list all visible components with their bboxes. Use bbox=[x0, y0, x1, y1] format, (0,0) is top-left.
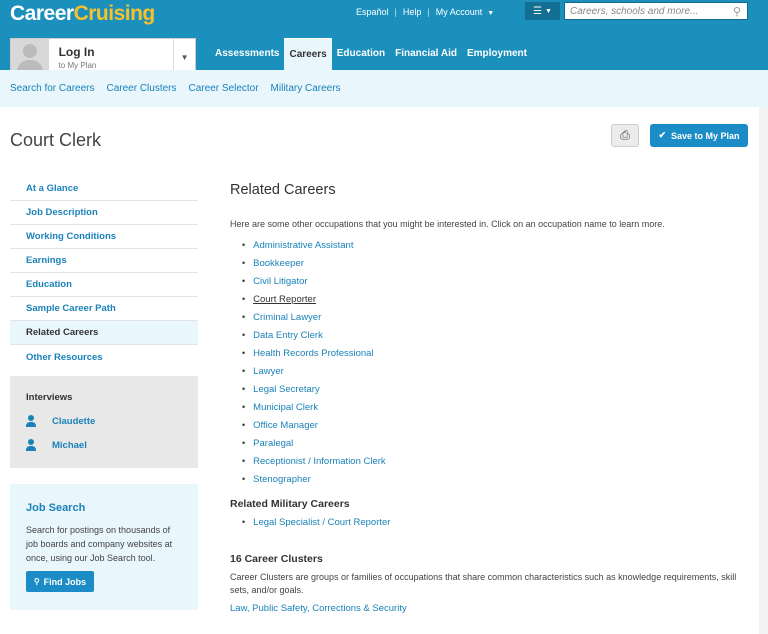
list-item: • Receptionist / Information Clerk bbox=[242, 455, 386, 467]
help-link[interactable]: Help bbox=[403, 7, 422, 17]
logo[interactable]: CareerCruising bbox=[10, 2, 155, 26]
search-icon: ⚲ bbox=[33, 577, 40, 586]
career-link-hovered[interactable]: Court Reporter bbox=[253, 294, 316, 305]
my-account-link[interactable]: My Account ▼ bbox=[436, 7, 494, 17]
job-search-title: Job Search bbox=[26, 502, 86, 514]
list-item: • Administrative Assistant bbox=[242, 239, 354, 251]
list-item: • Paralegal bbox=[242, 437, 294, 449]
career-link[interactable]: Stenographer bbox=[253, 474, 311, 485]
military-career-link[interactable]: Legal Specialist / Court Reporter bbox=[253, 517, 390, 528]
espanol-link[interactable]: Español bbox=[356, 7, 389, 17]
career-link[interactable]: Civil Litigator bbox=[253, 276, 307, 287]
sub-nav: Search for Careers Career Clusters Caree… bbox=[0, 70, 768, 107]
list-icon: ☰ bbox=[533, 5, 543, 17]
subnav-career-selector[interactable]: Career Selector bbox=[189, 83, 259, 94]
top-links: Español | Help | My Account ▼ bbox=[356, 7, 495, 17]
career-link[interactable]: Lawyer bbox=[253, 366, 284, 377]
list-item: • Legal Specialist / Court Reporter bbox=[242, 516, 391, 528]
related-careers-list: • Administrative Assistant • Bookkeeper • C… bbox=[230, 236, 750, 488]
career-link[interactable]: Data Entry Clerk bbox=[253, 330, 323, 341]
career-link[interactable]: Paralegal bbox=[253, 438, 293, 449]
job-search-text: Search for postings on thousands of job … bbox=[26, 525, 173, 563]
interviews-title: Interviews bbox=[26, 392, 73, 403]
tab-financial-aid[interactable]: Financial Aid bbox=[390, 38, 462, 70]
sidebar-item-working-conditions[interactable]: Working Conditions bbox=[10, 225, 198, 249]
main-content: Related Careers Here are some other occu… bbox=[230, 182, 750, 614]
list-item: • Court Reporter bbox=[242, 293, 316, 305]
career-link[interactable]: Receptionist / Information Clerk bbox=[253, 456, 386, 467]
subnav-career-clusters[interactable]: Career Clusters bbox=[106, 83, 176, 94]
check-icon: ✔ bbox=[658, 130, 666, 140]
person-icon bbox=[26, 415, 36, 427]
sidebar-item-sample-career-path[interactable]: Sample Career Path bbox=[10, 297, 198, 321]
tab-careers[interactable]: Careers bbox=[284, 38, 332, 70]
clusters-section: 16 Career Clusters Career Clusters are g… bbox=[230, 553, 750, 614]
subnav-military-careers[interactable]: Military Careers bbox=[271, 83, 341, 94]
subnav-search-careers[interactable]: Search for Careers bbox=[10, 83, 94, 94]
career-link[interactable]: Bookkeeper bbox=[253, 258, 304, 269]
print-button[interactable]: ⎙ bbox=[611, 124, 639, 147]
list-item: • Municipal Clerk bbox=[242, 401, 319, 413]
military-section: Related Military Careers • Legal Speciali… bbox=[230, 498, 750, 531]
interview-link-claudette[interactable]: Claudette bbox=[26, 414, 198, 428]
tab-employment[interactable]: Employment bbox=[462, 38, 532, 70]
section-heading: Related Careers bbox=[230, 182, 336, 198]
search-input[interactable] bbox=[570, 5, 730, 17]
main-nav: Assessments Careers Education Financial … bbox=[210, 38, 532, 70]
save-to-plan-button[interactable]: ✔ Save to My Plan bbox=[650, 124, 748, 147]
career-link[interactable]: Administrative Assistant bbox=[253, 240, 353, 251]
person-icon bbox=[26, 439, 36, 451]
search-box: ⚲ bbox=[564, 2, 748, 20]
sidebar-item-job-description[interactable]: Job Description bbox=[10, 201, 198, 225]
site-header: CareerCruising Español | Help | My Accou… bbox=[0, 0, 768, 76]
sidebar-item-other-resources[interactable]: Other Resources bbox=[10, 345, 198, 369]
intro-text: Here are some other occupations that you… bbox=[230, 219, 665, 229]
chevron-down-icon: ▼ bbox=[545, 7, 552, 15]
list-item: • Stenographer bbox=[242, 473, 311, 485]
printer-icon: ⎙ bbox=[620, 128, 630, 142]
login-title[interactable]: Log In bbox=[59, 45, 174, 59]
page-title: Court Clerk bbox=[10, 130, 102, 150]
interviews-panel: Interviews Claudette Michael bbox=[10, 376, 198, 468]
career-link[interactable]: Office Manager bbox=[253, 420, 318, 431]
career-link[interactable]: Criminal Lawyer bbox=[253, 312, 321, 323]
cluster-link[interactable]: Law, Public Safety, Corrections & Securi… bbox=[230, 603, 750, 614]
sidebar-nav: At a Glance Job Description Working Cond… bbox=[10, 177, 198, 369]
list-item: • Office Manager bbox=[242, 419, 318, 431]
list-item: • Health Records Professional bbox=[242, 347, 374, 359]
find-jobs-button[interactable]: ⚲ Find Jobs bbox=[26, 571, 94, 592]
list-item: • Data Entry Clerk bbox=[242, 329, 323, 341]
sidebar-item-at-a-glance[interactable]: At a Glance bbox=[10, 177, 198, 201]
list-item: • Criminal Lawyer bbox=[242, 311, 322, 323]
search-icon[interactable]: ⚲ bbox=[733, 5, 741, 18]
military-careers-list: • Legal Specialist / Court Reporter bbox=[230, 513, 750, 531]
tab-assessments[interactable]: Assessments bbox=[210, 38, 284, 70]
sidebar-item-education[interactable]: Education bbox=[10, 273, 198, 297]
list-item: • Legal Secretary bbox=[242, 383, 320, 395]
list-item: • Civil Litigator bbox=[242, 275, 308, 287]
career-link[interactable]: Legal Secretary bbox=[253, 384, 320, 395]
caret-down-icon: ▼ bbox=[487, 10, 495, 17]
scrollbar-track[interactable] bbox=[759, 107, 768, 634]
sidebar-item-earnings[interactable]: Earnings bbox=[10, 249, 198, 273]
career-link[interactable]: Municipal Clerk bbox=[253, 402, 318, 413]
login-subtitle: to My Plan bbox=[58, 61, 97, 70]
sidebar-item-related-careers[interactable]: Related Careers bbox=[10, 321, 198, 345]
list-item: • Bookkeeper bbox=[242, 257, 304, 269]
job-search-panel: Job Search Search for postings on thousa… bbox=[10, 484, 198, 610]
tab-education[interactable]: Education bbox=[332, 38, 390, 70]
career-link[interactable]: Health Records Professional bbox=[253, 348, 373, 359]
military-heading: Related Military Careers bbox=[230, 498, 350, 510]
menu-button[interactable]: ☰ ▼ bbox=[525, 2, 560, 20]
interview-link-michael[interactable]: Michael bbox=[26, 438, 198, 452]
list-item: • Lawyer bbox=[242, 365, 284, 377]
clusters-heading: 16 Career Clusters bbox=[230, 553, 323, 565]
clusters-text: Career Clusters are groups or families o… bbox=[230, 572, 737, 595]
